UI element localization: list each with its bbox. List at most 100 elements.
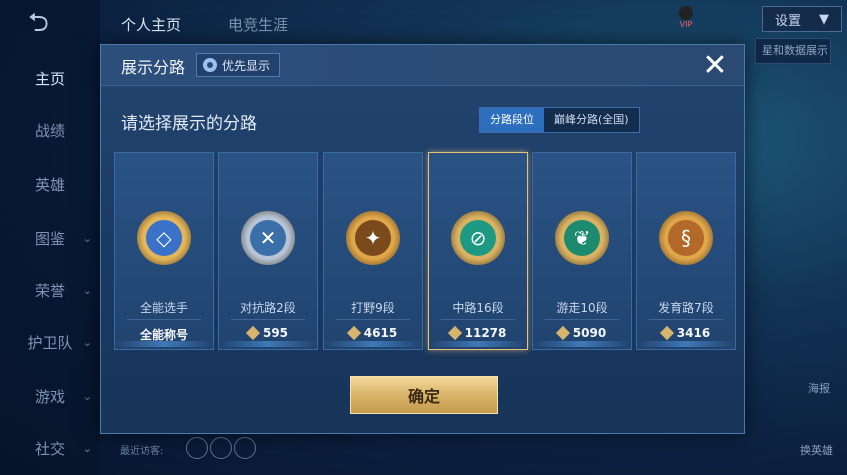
emblem-glyph: ✕ bbox=[250, 220, 286, 256]
rank-points-icon bbox=[447, 325, 462, 341]
sidebar-item[interactable]: 社交 ⌄ bbox=[0, 430, 100, 466]
lane-card-value: 595 bbox=[219, 325, 317, 341]
lane-card-value-text: 3416 bbox=[676, 326, 711, 340]
priority-display-button[interactable]: 优先显示 bbox=[196, 53, 281, 77]
sidebar-item[interactable]: 荣誉 ⌄ bbox=[0, 272, 100, 308]
lane-card-value-text: 595 bbox=[262, 326, 289, 340]
lane-card-value: 11278 bbox=[429, 325, 527, 341]
settings-button[interactable]: 设置 ▼ bbox=[762, 6, 842, 32]
data-display-pill[interactable]: 星和数据展示 bbox=[755, 38, 831, 64]
sidebar-item[interactable]: 主页 bbox=[0, 60, 100, 96]
sidebar-item-label: 游戏 bbox=[34, 387, 65, 406]
chevron-down-icon: ▼ bbox=[819, 11, 829, 27]
sidebar-item-label: 社交 bbox=[34, 439, 65, 458]
rank-points-icon bbox=[555, 325, 570, 341]
emblem-glyph: ◇ bbox=[146, 220, 182, 256]
lane-card[interactable]: ❦ 游走10段 5090 bbox=[532, 152, 632, 350]
card-divider bbox=[545, 319, 619, 320]
vip-badge: VIP bbox=[676, 6, 696, 29]
lane-card[interactable]: ✕ 对抗路2段 595 bbox=[218, 152, 318, 350]
card-glow-strip bbox=[219, 341, 317, 347]
lane-card-list: ◇ 全能选手 全能称号 ✕ 对抗路2段 595 ✦ 打野9段 4615 ⊘ 中路16段 11278 ❦ 游… bbox=[114, 152, 736, 350]
sidebar-item-label: 护卫队 bbox=[27, 333, 73, 352]
rank-emblem-icon: ◇ bbox=[137, 211, 191, 265]
poster-label[interactable]: 海报 bbox=[808, 380, 830, 396]
lane-card-name: 打野9段 bbox=[351, 301, 395, 315]
card-divider bbox=[231, 319, 305, 320]
lane-card-value: 5090 bbox=[533, 325, 631, 341]
emblem-glyph: ✦ bbox=[355, 220, 391, 256]
card-glow-strip bbox=[324, 341, 422, 347]
switch-hero-label[interactable]: 换英雄 bbox=[800, 442, 833, 458]
chevron-down-icon: ⌄ bbox=[82, 441, 92, 455]
rank-points-icon bbox=[245, 325, 261, 341]
emblem-glyph: ❦ bbox=[564, 220, 600, 256]
card-glow-strip bbox=[115, 341, 213, 347]
chevron-down-icon: ⌄ bbox=[82, 389, 92, 403]
sidebar-item[interactable]: 战绩 bbox=[0, 112, 100, 148]
priority-display-label: 优先显示 bbox=[222, 58, 271, 73]
lane-card-value: 4615 bbox=[324, 325, 422, 341]
sidebar-item[interactable]: 护卫队 ⌄ bbox=[0, 324, 100, 360]
sidebar-item-label: 图鉴 bbox=[34, 229, 65, 248]
recent-visitors-label: 最近访客: bbox=[120, 446, 164, 457]
card-glow-strip bbox=[429, 341, 527, 347]
sidebar-item-label: 战绩 bbox=[34, 121, 65, 140]
lane-card-value-text: 4615 bbox=[363, 326, 398, 340]
rank-emblem-icon: ✦ bbox=[346, 211, 400, 265]
rank-emblem-icon: ❦ bbox=[555, 211, 609, 265]
rank-emblem-icon: ⊘ bbox=[451, 211, 505, 265]
lane-display-modal: 展示分路 优先显示 ✕ 请选择展示的分路 分路段位 巅峰分路(全国) ◇ 全能选手… bbox=[100, 44, 745, 434]
visitor-avatar-icon[interactable] bbox=[210, 437, 232, 459]
confirm-button[interactable]: 确定 bbox=[350, 376, 498, 414]
back-arrow-icon[interactable]: ⮌ bbox=[28, 10, 72, 36]
chevron-down-icon: ⌄ bbox=[82, 283, 92, 297]
sidebar-item-label: 主页 bbox=[34, 69, 65, 88]
lane-card[interactable]: ⊘ 中路16段 11278 bbox=[428, 152, 528, 350]
rank-emblem-icon: § bbox=[659, 211, 713, 265]
card-glow-strip bbox=[637, 341, 735, 347]
sidebar-item[interactable]: 游戏 ⌄ bbox=[0, 378, 100, 414]
lane-card[interactable]: ✦ 打野9段 4615 bbox=[323, 152, 423, 350]
lane-card-name: 游走10段 bbox=[556, 301, 608, 315]
rank-emblem-icon: ✕ bbox=[241, 211, 295, 265]
card-divider bbox=[441, 319, 515, 320]
card-divider bbox=[127, 319, 201, 320]
segment-peak-lane[interactable]: 巅峰分路(全国) bbox=[544, 108, 639, 132]
modal-title: 展示分路 bbox=[121, 58, 186, 77]
visitor-avatar-icon[interactable] bbox=[186, 437, 208, 459]
emblem-glyph: ⊘ bbox=[460, 220, 496, 256]
lane-card-name: 对抗路2段 bbox=[240, 301, 296, 315]
gear-icon bbox=[203, 58, 217, 72]
lane-card[interactable]: ◇ 全能选手 全能称号 bbox=[114, 152, 214, 350]
sidebar-item-label: 英雄 bbox=[34, 175, 65, 194]
card-glow-strip bbox=[533, 341, 631, 347]
chevron-down-icon: ⌄ bbox=[82, 335, 92, 349]
lane-card-name: 全能选手 bbox=[139, 301, 188, 315]
close-icon[interactable]: ✕ bbox=[699, 50, 731, 82]
rank-points-icon bbox=[659, 325, 674, 341]
chevron-down-icon: ⌄ bbox=[82, 231, 92, 245]
segment-lane-rank[interactable]: 分路段位 bbox=[480, 108, 544, 132]
sidebar-item[interactable]: 英雄 bbox=[0, 166, 100, 202]
sidebar-item-label: 荣誉 bbox=[34, 281, 65, 300]
tab-esports-career[interactable]: 电竞生涯 bbox=[228, 14, 288, 35]
lane-card-value-text: 5090 bbox=[572, 326, 607, 340]
visitor-avatar-icon[interactable] bbox=[234, 437, 256, 459]
modal-subtitle: 请选择展示的分路 bbox=[121, 114, 257, 134]
card-divider bbox=[649, 319, 723, 320]
data-display-label: 星和数据展示 bbox=[762, 44, 828, 57]
lane-card-name: 发育路7段 bbox=[658, 301, 714, 315]
tab-personal-home[interactable]: 个人主页 bbox=[121, 14, 181, 35]
lane-card-name: 中路16段 bbox=[452, 301, 504, 315]
lane-card-value-text: 11278 bbox=[464, 326, 507, 340]
card-divider bbox=[336, 319, 410, 320]
lane-card-value: 3416 bbox=[637, 325, 735, 341]
settings-label: 设置 bbox=[774, 13, 801, 29]
sidebar-item[interactable]: 图鉴 ⌄ bbox=[0, 220, 100, 256]
rank-points-icon bbox=[346, 325, 361, 341]
lane-mode-segmented-control: 分路段位 巅峰分路(全国) bbox=[479, 107, 640, 133]
emblem-glyph: § bbox=[668, 220, 704, 256]
lane-card[interactable]: § 发育路7段 3416 bbox=[636, 152, 736, 350]
modal-header: 展示分路 优先显示 ✕ bbox=[101, 45, 744, 86]
